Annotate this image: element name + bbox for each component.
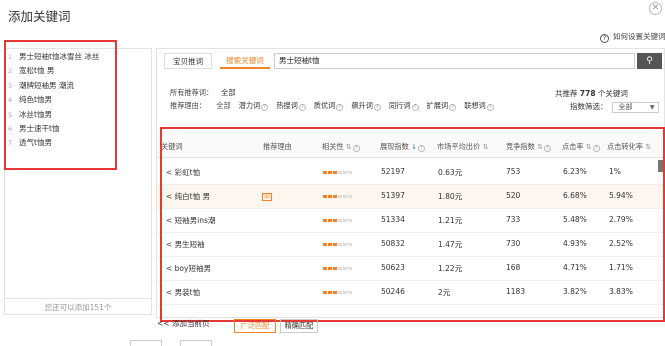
remaining-count: 您还可以添加151个 [4, 298, 152, 315]
chevron-down-icon: ▼ [649, 103, 655, 111]
reason-option[interactable]: 质优词? [314, 101, 344, 111]
reason-option[interactable]: 同行词? [389, 101, 419, 111]
reason-option[interactable]: 全部 [216, 101, 230, 110]
search-button[interactable]: ⚲ [637, 53, 662, 69]
search-input[interactable]: 男士短袖t恤 [274, 53, 635, 69]
recommend-count: 共推荐 778 个关键词 [555, 89, 628, 98]
help-link[interactable]: ? 如何设置关键词 [600, 31, 665, 43]
reason-option[interactable]: 联想词? [464, 101, 494, 111]
source-filter-all[interactable]: 全部 [221, 88, 235, 97]
help-icon: ? [449, 104, 457, 111]
tab-search-keyword[interactable]: 搜索关键词 [220, 53, 270, 69]
reason-option[interactable]: 热搜词? [276, 101, 306, 111]
index-filter-select[interactable]: 全部 ▼ [611, 101, 659, 113]
annotation-box-left [4, 40, 117, 170]
broad-match-button[interactable]: 广泛匹配 [234, 319, 276, 333]
help-icon: ? [298, 104, 306, 111]
footer-button[interactable] [180, 340, 212, 346]
help-icon: ? [600, 34, 609, 43]
help-icon: ? [411, 104, 419, 111]
annotation-box-right [160, 127, 665, 322]
dialog-title: 添加关键词 [8, 9, 71, 24]
exact-match-button[interactable]: 精确匹配 [280, 319, 318, 333]
source-filter: 所有推荐词： 全部 [170, 88, 236, 97]
help-icon: ? [373, 104, 381, 111]
close-icon[interactable]: ✕ [649, 2, 662, 15]
index-filter: 指数筛选： 全部 ▼ [570, 101, 659, 113]
footer-button[interactable] [130, 340, 162, 346]
tab-item-recommend[interactable]: 宝贝推词 [164, 53, 212, 69]
help-icon: ? [336, 104, 344, 111]
help-icon: ? [261, 104, 269, 111]
help-icon: ? [486, 104, 494, 111]
reason-option[interactable]: 扩展词? [427, 101, 457, 111]
search-icon: ⚲ [646, 56, 653, 66]
reason-option[interactable]: 飙升词? [351, 101, 381, 111]
reason-filter: 推荐理由： 全部 潜力词? 热搜词? 质优词? 飙升词? 同行词? 扩展词? 联想词? [170, 101, 494, 111]
add-current-page[interactable]: << 添加当前页 [157, 318, 209, 329]
reason-option[interactable]: 潜力词? [239, 101, 269, 111]
